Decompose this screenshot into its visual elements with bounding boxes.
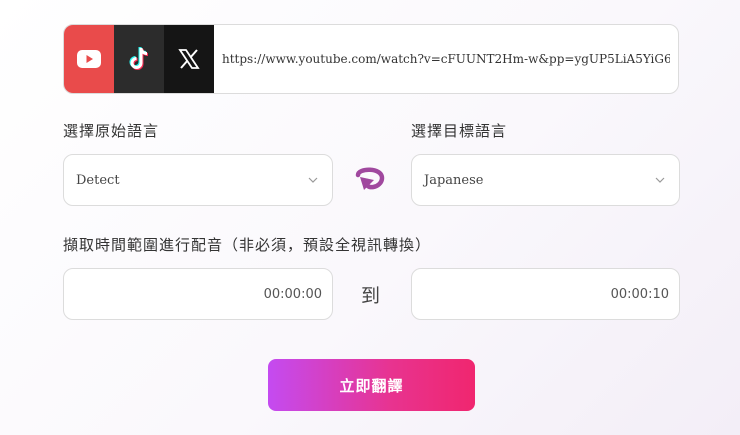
url-input[interactable] (214, 25, 678, 93)
chevron-down-icon (655, 177, 665, 183)
end-time-value: 00:00:10 (610, 286, 669, 302)
translate-now-button[interactable]: 立即翻譯 (268, 359, 475, 411)
tiktok-button[interactable] (114, 25, 164, 93)
end-time-input[interactable]: 00:00:10 (411, 268, 680, 320)
time-range-separator: 到 (361, 285, 381, 307)
source-language-label: 選擇原始語言 (63, 122, 160, 140)
target-language-value: Japanese (424, 172, 484, 188)
source-language-select[interactable]: Detect (63, 154, 333, 206)
time-range-label: 擷取時間範圍進行配音（非必須，預設全視訊轉換） (63, 236, 432, 254)
x-button[interactable] (164, 25, 214, 93)
swap-arrow-icon (355, 167, 385, 190)
youtube-button[interactable] (64, 25, 114, 93)
youtube-icon (77, 50, 101, 68)
url-bar (63, 24, 679, 94)
tiktok-icon (129, 46, 149, 70)
chevron-down-icon (308, 177, 318, 183)
start-time-value: 00:00:00 (263, 286, 322, 302)
target-language-select[interactable]: Japanese (411, 154, 680, 206)
target-language-label: 選擇目標語言 (411, 122, 508, 140)
x-icon (178, 49, 200, 69)
start-time-input[interactable]: 00:00:00 (63, 268, 333, 320)
swap-language-button[interactable] (350, 161, 392, 199)
source-language-value: Detect (76, 172, 120, 188)
